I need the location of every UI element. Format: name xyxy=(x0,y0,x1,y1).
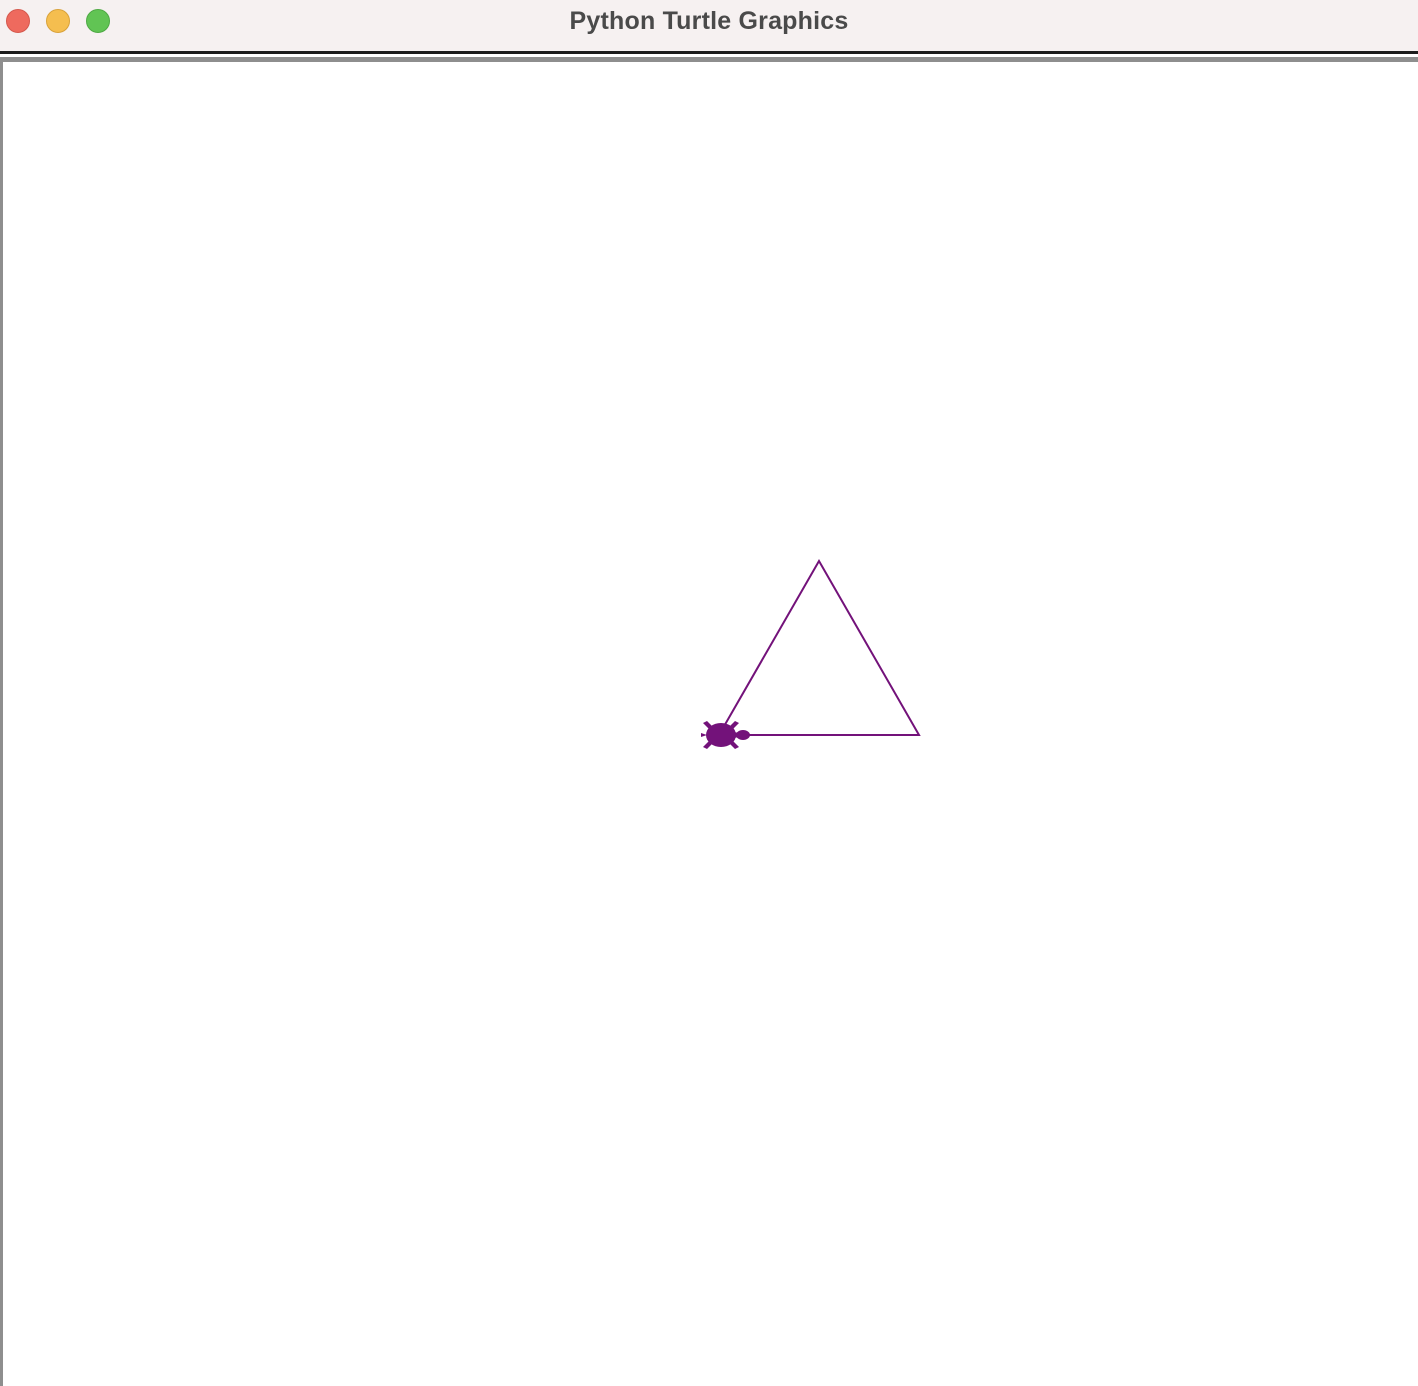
drawn-triangle xyxy=(717,558,921,736)
drawing-surface xyxy=(701,558,921,749)
turtle-window: Python Turtle Graphics xyxy=(0,0,1418,1386)
turtle-cursor-icon xyxy=(701,721,750,749)
